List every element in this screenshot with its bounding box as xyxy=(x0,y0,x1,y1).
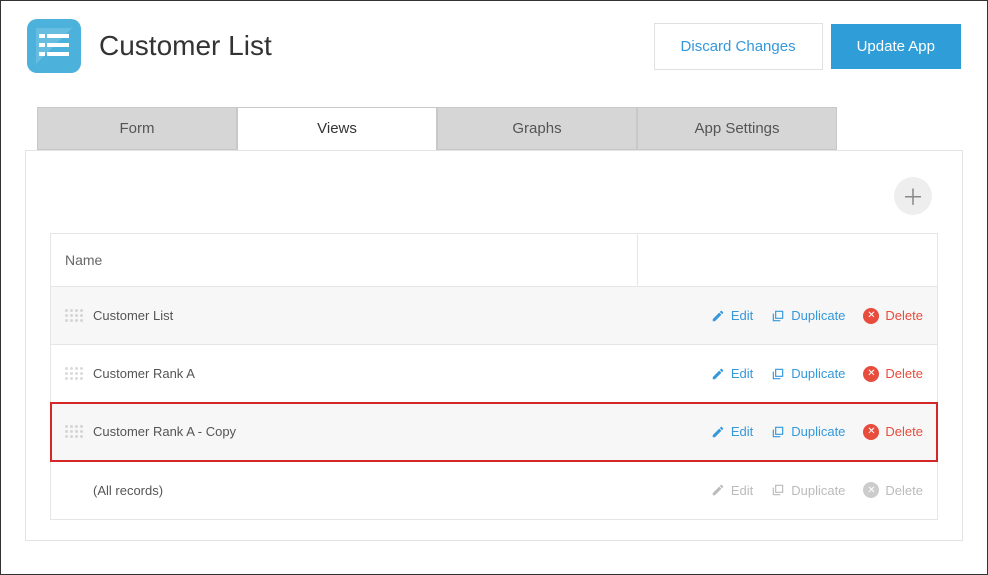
tabs: Form Views Graphs App Settings xyxy=(37,107,951,150)
close-icon: ✕ xyxy=(863,366,879,382)
plus-icon: ＋ xyxy=(902,180,924,212)
tab-form[interactable]: Form xyxy=(37,107,237,150)
table-row: (All records) Edit Duplicate ✕Delete xyxy=(51,461,937,519)
delete-button[interactable]: ✕Delete xyxy=(863,308,923,324)
views-table: Name Customer ListEditDuplicate✕DeleteCu… xyxy=(50,233,938,520)
edit-button[interactable]: Edit xyxy=(711,308,753,323)
row-actions: Edit Duplicate ✕Delete xyxy=(637,366,937,382)
drag-handle-icon[interactable] xyxy=(65,303,83,329)
duplicate-icon xyxy=(771,483,785,497)
row-name-cell: (All records) xyxy=(51,483,637,498)
row-actions: Edit Duplicate ✕Delete xyxy=(637,308,937,324)
edit-button[interactable]: Edit xyxy=(711,424,753,439)
tab-graphs[interactable]: Graphs xyxy=(437,107,637,150)
close-icon: ✕ xyxy=(863,482,879,498)
view-name: Customer List xyxy=(93,308,173,323)
pencil-icon xyxy=(711,483,725,497)
edit-button: Edit xyxy=(711,483,753,498)
duplicate-button[interactable]: Duplicate xyxy=(771,424,845,439)
table-header: Name xyxy=(51,234,937,287)
column-header-name: Name xyxy=(51,234,637,286)
tab-views[interactable]: Views xyxy=(237,107,437,150)
row-name-cell: Customer List xyxy=(51,303,637,329)
row-name-cell: Customer Rank A xyxy=(51,361,637,387)
add-view-button[interactable]: ＋ xyxy=(894,177,932,215)
duplicate-button[interactable]: Duplicate xyxy=(771,366,845,381)
views-panel: ＋ Name Customer List Edit Duplicate ✕Delete… xyxy=(25,150,963,541)
page-title: Customer List xyxy=(99,30,646,62)
close-icon: ✕ xyxy=(863,308,879,324)
discard-changes-button[interactable]: Discard Changes xyxy=(654,23,823,70)
delete-button: ✕Delete xyxy=(863,482,923,498)
list-icon xyxy=(36,28,72,64)
table-row: Customer Rank A - Copy Edit Duplicate ✕Dele… xyxy=(51,403,937,461)
drag-handle-icon[interactable] xyxy=(65,419,83,445)
delete-button[interactable]: ✕Delete xyxy=(863,366,923,382)
close-icon: ✕ xyxy=(863,424,879,440)
delete-button[interactable]: ✕Delete xyxy=(863,424,923,440)
pencil-icon xyxy=(711,309,725,323)
duplicate-button: Duplicate xyxy=(771,483,845,498)
view-name: Customer Rank A xyxy=(93,366,195,381)
row-name-cell: Customer Rank A - Copy xyxy=(51,419,637,445)
view-name: (All records) xyxy=(93,483,163,498)
tab-app-settings[interactable]: App Settings xyxy=(637,107,837,150)
column-header-actions xyxy=(637,234,937,286)
duplicate-icon xyxy=(771,309,785,323)
table-row: Customer List Edit Duplicate ✕Delete xyxy=(51,287,937,345)
duplicate-icon xyxy=(771,425,785,439)
update-app-button[interactable]: Update App xyxy=(831,24,961,69)
table-row: Customer Rank A Edit Duplicate ✕Delete xyxy=(51,345,937,403)
duplicate-button[interactable]: Duplicate xyxy=(771,308,845,323)
row-actions: Edit Duplicate ✕Delete xyxy=(637,482,937,498)
view-name: Customer Rank A - Copy xyxy=(93,424,236,439)
edit-button[interactable]: Edit xyxy=(711,366,753,381)
pencil-icon xyxy=(711,367,725,381)
duplicate-icon xyxy=(771,367,785,381)
row-actions: Edit Duplicate ✕Delete xyxy=(637,424,937,440)
app-icon xyxy=(27,19,81,73)
pencil-icon xyxy=(711,425,725,439)
drag-handle-icon[interactable] xyxy=(65,361,83,387)
